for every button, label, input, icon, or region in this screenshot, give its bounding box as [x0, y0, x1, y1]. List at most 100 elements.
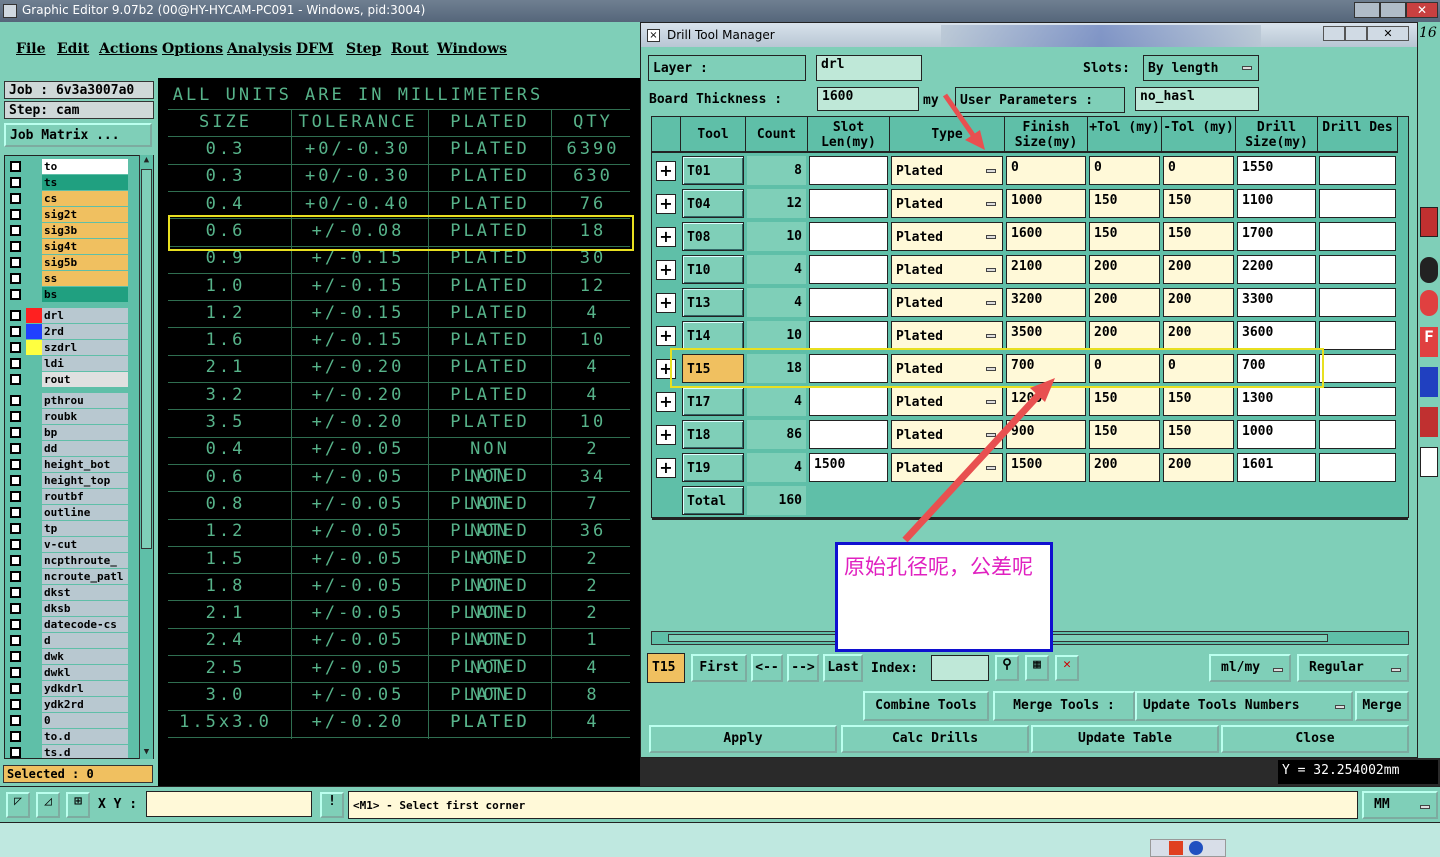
close-button[interactable]: Close: [1221, 725, 1409, 753]
layer-row[interactable]: ydkdrl: [7, 681, 128, 696]
cell-tool[interactable]: T10: [682, 255, 744, 284]
cell-drill[interactable]: 1700: [1237, 222, 1316, 251]
tool-icon-3[interactable]: [1420, 290, 1438, 316]
minimize-button[interactable]: [1354, 2, 1380, 18]
layer-checkbox[interactable]: [10, 587, 21, 598]
layer-checkbox[interactable]: [10, 209, 21, 220]
grid-icon[interactable]: ⊞: [66, 792, 90, 818]
units-dropdown[interactable]: ml/my: [1209, 654, 1291, 682]
layer-row[interactable]: sig2t: [7, 207, 128, 222]
expand-row-icon[interactable]: +: [656, 326, 676, 346]
layer-row[interactable]: dwkl: [7, 665, 128, 680]
job-matrix-button[interactable]: Job Matrix ...: [4, 123, 152, 147]
layer-checkbox[interactable]: [10, 459, 21, 470]
layer-list-scrollbar[interactable]: ▲ ▼: [139, 155, 153, 759]
expand-row-icon[interactable]: +: [656, 227, 676, 247]
cell-des[interactable]: [1319, 189, 1396, 218]
cell-des[interactable]: [1319, 387, 1396, 416]
xy-input[interactable]: [146, 791, 312, 817]
expand-row-icon[interactable]: +: [656, 260, 676, 280]
layer-row[interactable]: sig3b: [7, 223, 128, 238]
layer-row[interactable]: dkst: [7, 585, 128, 600]
layer-row[interactable]: sig5b: [7, 255, 128, 270]
layer-checkbox[interactable]: [10, 667, 21, 678]
cell-des[interactable]: [1319, 288, 1396, 317]
layer-checkbox[interactable]: [10, 177, 21, 188]
cell-ptol[interactable]: 150: [1089, 387, 1160, 416]
cell-slot[interactable]: 1500: [809, 453, 888, 482]
cell-des[interactable]: [1319, 453, 1396, 482]
cell-drill[interactable]: 1000: [1237, 420, 1316, 449]
tool-icon-7[interactable]: [1420, 447, 1438, 477]
cell-slot[interactable]: [809, 288, 888, 317]
layer-row[interactable]: dksb: [7, 601, 128, 616]
cell-ptol[interactable]: 150: [1089, 189, 1160, 218]
cell-drill[interactable]: 1601: [1237, 453, 1316, 482]
cell-finish[interactable]: 3500: [1006, 321, 1086, 350]
layer-row[interactable]: cs: [7, 191, 128, 206]
combine-tools-button[interactable]: Combine Tools: [863, 691, 989, 721]
layer-checkbox[interactable]: [10, 193, 21, 204]
help-tray-icon[interactable]: [1189, 841, 1203, 855]
layer-checkbox[interactable]: [10, 715, 21, 726]
cell-ptol[interactable]: 150: [1089, 420, 1160, 449]
zoom-icon[interactable]: ◸: [6, 792, 30, 818]
layer-checkbox[interactable]: [10, 326, 21, 337]
layer-row[interactable]: 2rd: [7, 324, 128, 339]
layer-checkbox[interactable]: [10, 395, 21, 406]
dtm-minimize-button[interactable]: [1323, 26, 1345, 41]
tool-icon-6[interactable]: [1420, 407, 1438, 437]
menu-rout[interactable]: Rout: [391, 41, 429, 57]
cell-des[interactable]: [1319, 255, 1396, 284]
cell-des[interactable]: [1319, 156, 1396, 185]
cell-mtol[interactable]: 200: [1163, 288, 1234, 317]
layer-row[interactable]: outline: [7, 505, 128, 520]
layer-row[interactable]: ts.d: [7, 745, 128, 758]
cell-finish[interactable]: 900: [1006, 420, 1086, 449]
user-parameters-input[interactable]: no_hasl: [1135, 87, 1259, 111]
layer-row[interactable]: to.d: [7, 729, 128, 744]
layer-row[interactable]: d: [7, 633, 128, 648]
layer-row[interactable]: rout: [7, 372, 128, 387]
layer-row[interactable]: dd: [7, 441, 128, 456]
cell-finish[interactable]: 2100: [1006, 255, 1086, 284]
cell-type[interactable]: Plated: [891, 453, 1003, 482]
cell-tool[interactable]: T19: [682, 453, 744, 482]
layer-checkbox[interactable]: [10, 571, 21, 582]
layer-row[interactable]: drl: [7, 308, 128, 323]
cell-mtol[interactable]: 150: [1163, 189, 1234, 218]
layer-row[interactable]: bs: [7, 287, 128, 302]
layer-checkbox[interactable]: [10, 539, 21, 550]
expand-row-icon[interactable]: +: [656, 194, 676, 214]
last-button[interactable]: Last: [823, 654, 863, 682]
layer-row[interactable]: 0: [7, 713, 128, 728]
close-window-button[interactable]: ✕: [1406, 2, 1438, 18]
cell-drill[interactable]: 2200: [1237, 255, 1316, 284]
cell-slot[interactable]: [809, 222, 888, 251]
menu-analysis[interactable]: Analysis: [227, 41, 292, 57]
cell-des[interactable]: [1319, 354, 1396, 383]
index-input[interactable]: [931, 655, 989, 681]
cell-type[interactable]: Plated: [891, 321, 1003, 350]
board-thickness-input[interactable]: 1600: [817, 87, 919, 111]
cell-finish[interactable]: 1500: [1006, 453, 1086, 482]
layer-checkbox[interactable]: [10, 443, 21, 454]
cell-finish[interactable]: 1600: [1006, 222, 1086, 251]
expand-row-icon[interactable]: +: [656, 458, 676, 478]
layer-row[interactable]: datecode-cs: [7, 617, 128, 632]
cell-mtol[interactable]: 150: [1163, 420, 1234, 449]
layer-checkbox[interactable]: [10, 241, 21, 252]
cell-drill[interactable]: 1300: [1237, 387, 1316, 416]
layer-row[interactable]: ncroute_patl: [7, 569, 128, 584]
cell-slot[interactable]: [809, 189, 888, 218]
cell-slot[interactable]: [809, 387, 888, 416]
layer-input[interactable]: drl: [816, 55, 922, 81]
cell-drill[interactable]: 1100: [1237, 189, 1316, 218]
menu-edit[interactable]: Edit: [57, 41, 89, 57]
expand-row-icon[interactable]: +: [656, 293, 676, 313]
layer-checkbox[interactable]: [10, 731, 21, 742]
menu-windows[interactable]: Windows: [437, 41, 507, 57]
cell-ptol[interactable]: 0: [1089, 156, 1160, 185]
next-button[interactable]: -->: [787, 654, 819, 682]
cell-tool[interactable]: T18: [682, 420, 744, 449]
